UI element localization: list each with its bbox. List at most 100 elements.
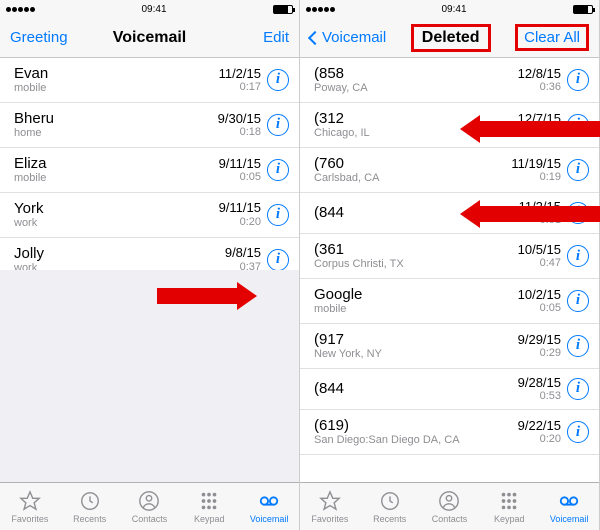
list-item[interactable]: Bheruhome9/30/150:18i: [0, 103, 299, 148]
voicemail-icon: [558, 490, 580, 512]
tab-recents[interactable]: Recents: [360, 483, 420, 530]
row-sub: work: [14, 262, 225, 270]
row-sub: Chicago, IL: [314, 127, 518, 140]
keypad-icon: [198, 490, 220, 512]
deleted-voicemail-list[interactable]: (858Poway, CA12/8/150:36i(312Chicago, IL…: [300, 58, 599, 482]
info-icon[interactable]: i: [567, 290, 589, 312]
status-time: 09:41: [141, 4, 166, 15]
tab-bar: Favorites Recents Contacts Keypad Voicem…: [300, 482, 599, 530]
nav-back-button[interactable]: Voicemail: [310, 29, 386, 46]
list-item[interactable]: (619)San Diego:San Diego DA, CA9/22/150:…: [300, 410, 599, 455]
row-name: (844: [314, 204, 519, 221]
list-item[interactable]: (84411/2/150:51i: [300, 193, 599, 234]
empty-area: [0, 270, 299, 482]
list-item[interactable]: (361Corpus Christi, TX10/5/150:47i: [300, 234, 599, 279]
info-icon[interactable]: i: [567, 421, 589, 443]
row-name: (844: [314, 380, 518, 397]
row-duration: 0:20: [219, 216, 261, 228]
navbar: Greeting Voicemail Edit: [0, 18, 299, 58]
info-icon[interactable]: i: [267, 204, 289, 226]
tab-recents[interactable]: Recents: [60, 483, 120, 530]
info-icon[interactable]: i: [567, 378, 589, 400]
list-item[interactable]: (858Poway, CA12/8/150:36i: [300, 58, 599, 103]
clock-icon: [379, 490, 401, 512]
row-date: 9/29/15: [518, 333, 561, 347]
row-sub: mobile: [314, 303, 518, 316]
star-icon: [319, 490, 341, 512]
navbar: Voicemail Deleted Clear All: [300, 18, 599, 58]
row-name: Evan: [14, 65, 219, 82]
row-name: Eliza: [14, 155, 219, 172]
tab-keypad[interactable]: Keypad: [479, 483, 539, 530]
row-duration: 0:18: [218, 126, 261, 138]
info-icon[interactable]: i: [567, 335, 589, 357]
info-icon[interactable]: i: [267, 159, 289, 181]
clock-icon: [79, 490, 101, 512]
list-item[interactable]: Elizamobile9/11/150:05 i: [0, 148, 299, 193]
info-icon[interactable]: i: [267, 249, 289, 271]
row-sub: New York, NY: [314, 348, 518, 361]
status-time: 09:41: [441, 4, 466, 15]
row-duration: 0:05: [219, 171, 261, 183]
tab-keypad[interactable]: Keypad: [179, 483, 239, 530]
tab-contacts[interactable]: Contacts: [120, 483, 180, 530]
info-icon[interactable]: i: [267, 69, 289, 91]
row-date: 9/28/15: [518, 376, 561, 390]
list-item[interactable]: (917New York, NY9/29/150:29i: [300, 324, 599, 369]
tab-contacts[interactable]: Contacts: [420, 483, 480, 530]
nav-edit-button[interactable]: Edit: [219, 29, 289, 46]
voicemail-list[interactable]: Evanmobile11/2/150:17iBheruhome9/30/150:…: [0, 58, 299, 270]
row-name: Jolly: [14, 245, 225, 262]
row-duration: 0:36: [518, 81, 561, 93]
row-date: 11/2/15: [219, 67, 261, 81]
contact-icon: [438, 490, 460, 512]
row-duration: 0:37: [225, 261, 261, 270]
list-item[interactable]: Yorkwork9/11/150:20i: [0, 193, 299, 238]
info-icon[interactable]: i: [567, 245, 589, 267]
nav-clear-all-button[interactable]: Clear All: [515, 24, 589, 51]
info-icon[interactable]: i: [567, 159, 589, 181]
row-date: 9/8/15: [225, 246, 261, 260]
row-date: 12/7/15: [518, 112, 561, 126]
status-bar: 09:41: [300, 0, 599, 18]
nav-title: Deleted: [411, 24, 491, 52]
info-icon[interactable]: i: [567, 69, 589, 91]
status-bar: 09:41: [0, 0, 299, 18]
row-name: (858: [314, 65, 518, 82]
tab-favorites[interactable]: Favorites: [300, 483, 360, 530]
battery-icon: [273, 5, 293, 14]
tab-voicemail[interactable]: Voicemail: [239, 483, 299, 530]
row-sub: Corpus Christi, TX: [314, 258, 518, 271]
row-date: 9/30/15: [218, 112, 261, 126]
row-duration: 0:47: [518, 257, 561, 269]
info-icon[interactable]: i: [567, 202, 589, 224]
row-name: (312: [314, 110, 518, 127]
row-date: 9/11/15: [219, 157, 261, 171]
nav-greeting-button[interactable]: Greeting: [10, 29, 80, 46]
list-item[interactable]: Googlemobile10/2/150:05i: [300, 279, 599, 324]
star-icon: [19, 490, 41, 512]
info-icon[interactable]: i: [267, 114, 289, 136]
info-icon[interactable]: i: [567, 114, 589, 136]
row-duration: 0:19: [511, 171, 561, 183]
row-date: 10/5/15: [518, 243, 561, 257]
row-duration: 0:20: [518, 433, 561, 445]
row-sub: home: [14, 127, 218, 140]
chevron-left-icon: [308, 30, 322, 44]
tab-voicemail[interactable]: Voicemail: [539, 483, 599, 530]
row-sub: mobile: [14, 172, 219, 185]
list-item[interactable]: Jollywork9/8/150:37 i: [0, 238, 299, 270]
list-item[interactable]: (312Chicago, IL12/7/150:09 i: [300, 103, 599, 148]
phone-deleted: 09:41 Voicemail Deleted Clear All (858Po…: [300, 0, 600, 530]
keypad-icon: [498, 490, 520, 512]
list-item[interactable]: (8449/28/150:53i: [300, 369, 599, 410]
row-name: (760: [314, 155, 511, 172]
row-date: 9/11/15: [219, 201, 261, 215]
list-item[interactable]: (760Carlsbad, CA11/19/150:19i: [300, 148, 599, 193]
row-duration: 0:09: [518, 126, 561, 138]
tab-favorites[interactable]: Favorites: [0, 483, 60, 530]
list-item[interactable]: Evanmobile11/2/150:17i: [0, 58, 299, 103]
row-sub: San Diego:San Diego DA, CA: [314, 434, 518, 447]
row-duration: 0:17: [219, 81, 261, 93]
row-date: 10/2/15: [518, 288, 561, 302]
